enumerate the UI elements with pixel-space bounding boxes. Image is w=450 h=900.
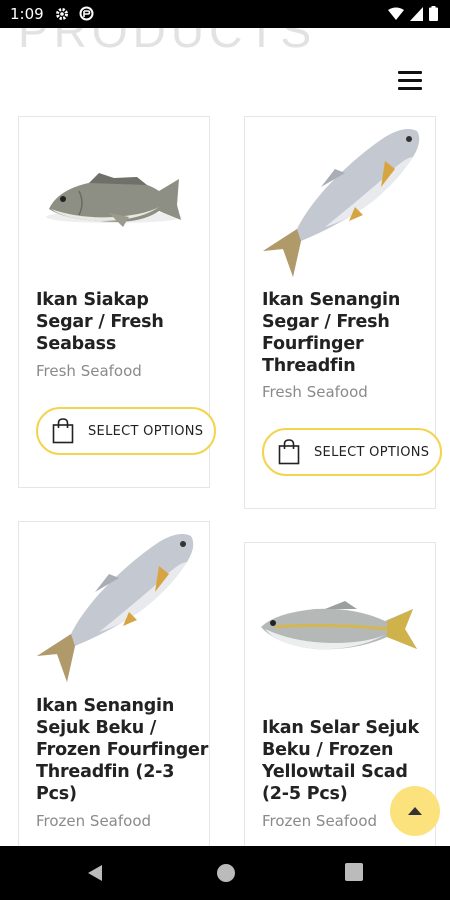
battery-icon bbox=[429, 6, 438, 21]
shopping-bag-icon bbox=[278, 439, 300, 465]
yellowtail-scad-fish-image bbox=[261, 601, 417, 650]
navigation-bar bbox=[0, 846, 450, 900]
menu-button[interactable] bbox=[398, 71, 424, 91]
signal-icon bbox=[410, 6, 423, 21]
product-category[interactable]: Fresh Seafood bbox=[36, 362, 142, 380]
product-card[interactable]: Ikan Senangin Sejuk Beku / Frozen Fourfi… bbox=[18, 521, 210, 846]
product-title[interactable]: Ikan Selar Sejuk Beku / Frozen Yellowtai… bbox=[262, 717, 419, 805]
product-title[interactable]: Ikan Siakap Segar / Fresh Seabass bbox=[36, 289, 164, 355]
shopping-bag-icon bbox=[52, 418, 74, 444]
product-category[interactable]: Fresh Seafood bbox=[262, 383, 368, 401]
product-card[interactable]: Ikan Senangin Segar / Fresh Fourfinger T… bbox=[244, 116, 442, 509]
hamburger-menu-icon bbox=[398, 71, 422, 74]
recents-icon[interactable] bbox=[345, 863, 363, 881]
product-title[interactable]: Ikan Senangin Sejuk Beku / Frozen Fourfi… bbox=[36, 695, 208, 805]
status-bar: 1:09 bbox=[0, 0, 450, 28]
select-options-label: SELECT OPTIONS bbox=[88, 423, 204, 439]
product-category[interactable]: Frozen Seafood bbox=[36, 812, 151, 830]
back-icon[interactable] bbox=[86, 863, 104, 883]
seabass-fish-image bbox=[46, 173, 182, 227]
wifi-icon bbox=[388, 7, 404, 20]
select-options-button[interactable]: SELECT OPTIONS bbox=[36, 407, 216, 455]
product-title[interactable]: Ikan Senangin Segar / Fresh Fourfinger T… bbox=[262, 289, 400, 377]
home-icon[interactable] bbox=[216, 863, 236, 883]
select-options-label: SELECT OPTIONS bbox=[314, 444, 430, 460]
arrow-up-icon bbox=[408, 807, 422, 815]
threadfin-fish-image bbox=[37, 534, 194, 682]
settings-icon bbox=[56, 8, 68, 20]
scroll-to-top-button[interactable] bbox=[390, 786, 440, 836]
product-card[interactable]: Ikan Siakap Segar / Fresh Seabass Fresh … bbox=[18, 116, 216, 488]
threadfin-fish-image bbox=[263, 129, 420, 277]
status-time: 1:09 bbox=[10, 5, 44, 23]
product-category[interactable]: Frozen Seafood bbox=[262, 812, 377, 830]
data-saver-icon bbox=[79, 6, 94, 21]
select-options-button[interactable]: SELECT OPTIONS bbox=[262, 428, 442, 476]
page-title: PRODUCTS bbox=[18, 28, 317, 57]
page-content: PRODUCTS Ikan Siakap Segar / Fresh Seaba… bbox=[0, 28, 450, 846]
